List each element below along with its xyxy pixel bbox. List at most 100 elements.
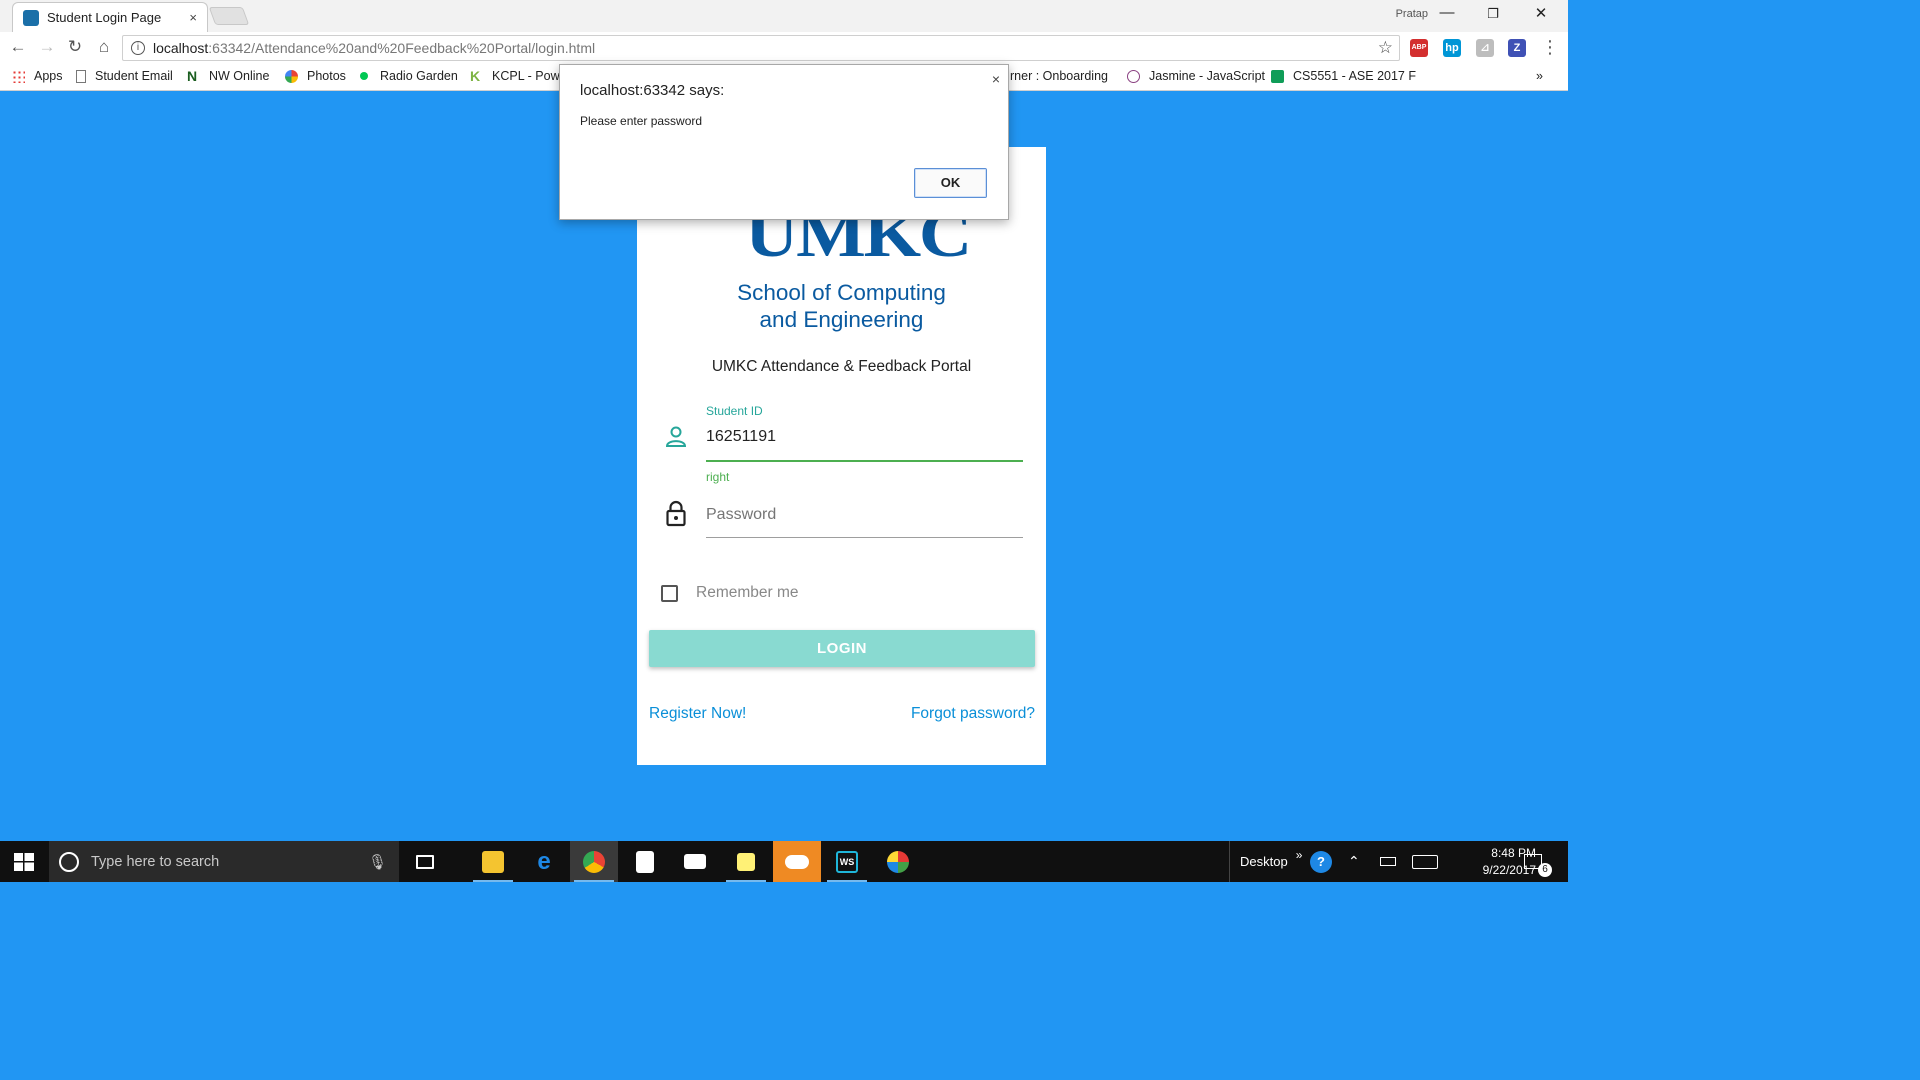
taskbar-webstorm[interactable]: WS bbox=[823, 841, 871, 882]
tab-title: Student Login Page bbox=[47, 10, 162, 25]
help-icon: ? bbox=[1310, 850, 1332, 873]
student-id-underline bbox=[706, 460, 1023, 462]
tab-student-login[interactable]: Student Login Page × bbox=[12, 2, 208, 32]
taskbar-search-box[interactable]: Type here to search 🎙 bbox=[49, 841, 399, 882]
adblock-plus-icon[interactable]: ABP bbox=[1410, 39, 1428, 57]
bookmark-photos[interactable]: Photos bbox=[285, 69, 346, 83]
logo-subtitle-line-1: School of Computing bbox=[737, 280, 946, 305]
desktop-toolbar[interactable]: Desktop » bbox=[1229, 841, 1302, 882]
register-link[interactable]: Register Now! bbox=[649, 705, 746, 723]
forgot-password-link[interactable]: Forgot password? bbox=[911, 705, 1035, 723]
keyboard-icon bbox=[1412, 854, 1438, 869]
edge-icon: e bbox=[537, 847, 551, 875]
sticky-notes-icon bbox=[737, 852, 755, 871]
windows-taskbar: Type here to search 🎙 e WS Desktop » ? ⌃ bbox=[0, 841, 1568, 882]
close-window-icon[interactable]: ✕ bbox=[1526, 4, 1556, 22]
battery-icon bbox=[1380, 857, 1396, 866]
webstorm-favicon-icon bbox=[23, 9, 39, 26]
logo-subtitle-line-2: and Engineering bbox=[759, 307, 924, 332]
hp-icon[interactable]: hp bbox=[1443, 39, 1461, 57]
reload-icon[interactable]: ↻ bbox=[63, 37, 87, 57]
new-tab-button[interactable] bbox=[208, 7, 250, 25]
jasmine-icon bbox=[1127, 69, 1140, 83]
running-indicator bbox=[574, 880, 614, 882]
password-underline bbox=[706, 537, 1023, 538]
bookmark-nw-online[interactable]: N NW Online bbox=[187, 69, 269, 84]
dialog-ok-button[interactable]: OK bbox=[914, 168, 987, 198]
windows-start-icon[interactable] bbox=[14, 853, 34, 871]
keyboard-tray-icon[interactable] bbox=[1412, 841, 1438, 882]
notification-count: 6 bbox=[1538, 863, 1552, 877]
tab-close-icon[interactable]: × bbox=[189, 10, 197, 25]
bookmark-student-email[interactable]: Student Email bbox=[76, 69, 173, 83]
home-icon[interactable]: ⌂ bbox=[92, 37, 116, 57]
logo-subtitle: School of Computing and Engineering bbox=[637, 279, 1046, 333]
chrome-icon bbox=[583, 850, 605, 873]
taskbar-mail[interactable] bbox=[671, 841, 719, 882]
restore-icon[interactable]: ❐ bbox=[1478, 6, 1508, 22]
browser-toolbar: ← → ↻ ⌂ i localhost:63342/Attendance%20a… bbox=[0, 32, 1568, 64]
taskbar-search-placeholder: Type here to search bbox=[91, 853, 220, 870]
bookmark-onboarding[interactable]: rner : Onboarding bbox=[1010, 69, 1108, 83]
back-icon[interactable]: ← bbox=[6, 37, 30, 57]
address-bar[interactable]: i localhost:63342/Attendance%20and%20Fee… bbox=[122, 35, 1400, 61]
dialog-message: Please enter password bbox=[580, 114, 703, 128]
cortana-icon bbox=[59, 851, 79, 872]
tab-strip: Student Login Page × Pratap — ❐ ✕ bbox=[0, 0, 1568, 32]
alert-dialog: localhost:63342 says: Please enter passw… bbox=[559, 64, 1009, 220]
pdf-icon[interactable]: ⊿ bbox=[1476, 39, 1494, 57]
action-center-button[interactable]: 6 bbox=[1524, 841, 1552, 882]
chrome-menu-icon[interactable]: ⋮ bbox=[1538, 37, 1562, 58]
mail-icon bbox=[684, 854, 706, 869]
taskbar-sticky-notes[interactable] bbox=[722, 841, 770, 882]
student-id-label: Student ID bbox=[706, 404, 763, 418]
taskbar-chrome[interactable] bbox=[570, 841, 618, 882]
running-indicator bbox=[726, 880, 766, 882]
kcpl-icon: K bbox=[470, 67, 481, 84]
student-id-input[interactable] bbox=[706, 423, 1023, 451]
forward-icon[interactable]: → bbox=[35, 37, 59, 57]
taskbar-paint[interactable] bbox=[874, 841, 922, 882]
sheets-icon bbox=[1271, 69, 1284, 83]
url-path: :63342/Attendance%20and%20Feedback%20Por… bbox=[208, 40, 596, 56]
portal-title: UMKC Attendance & Feedback Portal bbox=[711, 358, 972, 375]
bookmark-star-icon[interactable]: ☆ bbox=[1378, 38, 1393, 58]
bookmark-cs5551[interactable]: CS5551 - ASE 2017 F bbox=[1271, 69, 1416, 83]
apps-grid-icon bbox=[12, 69, 25, 83]
bookmark-kcpl[interactable]: K KCPL - Powe bbox=[470, 67, 567, 84]
person-icon bbox=[665, 426, 687, 447]
password-input[interactable] bbox=[706, 501, 1023, 529]
taskbar-file-explorer[interactable] bbox=[469, 841, 517, 882]
bookmarks-more-icon[interactable]: » bbox=[1536, 69, 1543, 83]
help-tray-icon[interactable]: ? bbox=[1310, 841, 1332, 882]
onedrive-icon bbox=[785, 854, 809, 869]
remember-me-label[interactable]: Remember me bbox=[696, 584, 799, 602]
paint-icon bbox=[887, 850, 909, 873]
radio-garden-icon bbox=[360, 72, 368, 80]
webstorm-icon: WS bbox=[836, 850, 858, 873]
running-indicator bbox=[827, 880, 867, 882]
taskbar-edge[interactable]: e bbox=[520, 841, 568, 882]
url-host: localhost bbox=[153, 40, 209, 56]
taskbar-store[interactable] bbox=[621, 841, 669, 882]
dialog-close-icon[interactable]: × bbox=[992, 71, 1000, 87]
task-view-icon bbox=[416, 854, 434, 869]
zotero-icon[interactable]: Z bbox=[1508, 39, 1526, 57]
battery-tray-icon[interactable] bbox=[1380, 841, 1396, 882]
page-icon bbox=[76, 69, 86, 83]
show-hidden-icons-button[interactable]: ⌃ bbox=[1348, 841, 1360, 882]
tray-more-icon[interactable]: » bbox=[1296, 848, 1303, 862]
profile-name[interactable]: Pratap bbox=[1396, 8, 1428, 20]
login-button[interactable]: LOGIN bbox=[649, 630, 1035, 667]
bookmark-jasmine[interactable]: Jasmine - JavaScript bbox=[1127, 69, 1265, 83]
store-icon bbox=[636, 850, 654, 873]
info-icon[interactable]: i bbox=[131, 41, 145, 55]
microphone-icon[interactable]: 🎙 bbox=[368, 853, 387, 871]
bookmark-apps[interactable]: Apps bbox=[12, 69, 63, 83]
bookmark-radio-garden[interactable]: Radio Garden bbox=[360, 69, 458, 83]
taskbar-onedrive[interactable] bbox=[773, 841, 821, 882]
task-view-button[interactable] bbox=[401, 841, 449, 882]
remember-me-checkbox[interactable] bbox=[661, 585, 678, 602]
minimize-icon[interactable]: — bbox=[1432, 4, 1462, 21]
running-indicator bbox=[473, 880, 513, 882]
